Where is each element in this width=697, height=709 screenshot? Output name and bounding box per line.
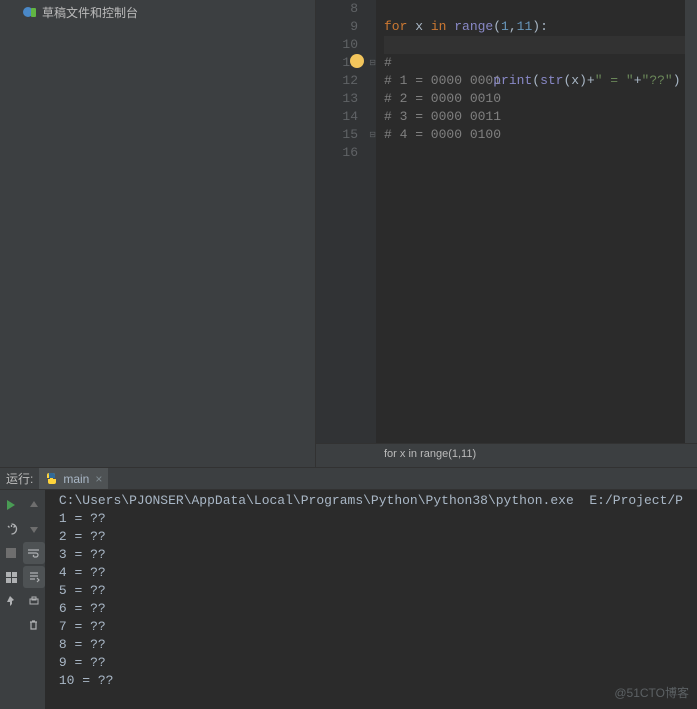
fold-marker-icon[interactable]: ⊟ [368,55,376,63]
console-line: 4 = ?? [59,564,683,582]
line-number: 15 [316,126,358,144]
intention-bulb-icon[interactable] [350,54,364,68]
console-line: 10 = ?? [59,672,683,690]
python-icon [45,472,59,486]
code-editor[interactable]: 8 9 10 11 12 13 14 15 16 ⊟ ⊟ for x in ra… [316,0,697,467]
up-arrow-button[interactable] [23,494,45,516]
console-line: 8 = ?? [59,636,683,654]
line-gutter: 8 9 10 11 12 13 14 15 16 ⊟ ⊟ [316,0,376,443]
pin-button[interactable] [0,590,22,612]
scratches-label: 草稿文件和控制台 [42,4,138,21]
scroll-end-button[interactable] [23,566,45,588]
console-output[interactable]: C:\Users\PJONSER\AppData\Local\Programs\… [45,490,697,709]
run-toolbar-right [22,490,44,709]
code-content[interactable]: for x in range(1,11): print(str(x)+" = "… [376,0,697,443]
console-line: 6 = ?? [59,600,683,618]
close-icon[interactable]: × [95,472,102,486]
scratches-icon [22,5,38,21]
print-button[interactable] [23,590,45,612]
layout-button[interactable] [0,566,22,588]
run-label: 运行: [0,470,39,487]
stop-button[interactable] [0,542,22,564]
line-number: 8 [316,0,358,18]
console-line: C:\Users\PJONSER\AppData\Local\Programs\… [59,492,683,510]
console-line: 9 = ?? [59,654,683,672]
down-arrow-button[interactable] [23,518,45,540]
line-number: 10 [316,36,358,54]
fold-marker-icon[interactable]: ⊟ [368,127,376,135]
watermark: @51CTO博客 [614,684,689,701]
project-sidebar[interactable]: 草稿文件和控制台 [0,0,316,467]
editor-breadcrumb[interactable]: for x in range(1,11) [316,443,697,467]
line-number: 13 [316,90,358,108]
line-number: 16 [316,144,358,162]
trash-button[interactable] [23,614,45,636]
line-number: 9 [316,18,358,36]
line-number: 12 [316,72,358,90]
console-line: 7 = ?? [59,618,683,636]
console-line: 1 = ?? [59,510,683,528]
run-header: 运行: main × [0,467,697,490]
run-panel: 运行: main × [0,467,697,709]
debug-button[interactable] [0,518,22,540]
soft-wrap-button[interactable] [23,542,45,564]
run-toolbar-left [0,490,22,709]
console-line: 2 = ?? [59,528,683,546]
rerun-button[interactable] [0,494,22,516]
line-number: 14 [316,108,358,126]
editor-scrollbar[interactable] [685,0,697,443]
console-line: 5 = ?? [59,582,683,600]
scratches-node[interactable]: 草稿文件和控制台 [0,2,315,23]
run-tab-label: main [63,472,89,486]
console-line: 3 = ?? [59,546,683,564]
run-tab-main[interactable]: main × [39,468,108,489]
